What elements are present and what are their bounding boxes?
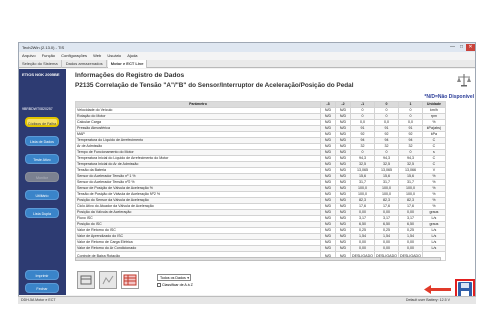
menu-settings[interactable]: Configurações [61, 53, 87, 58]
tab-bar: Seleção do Sistema Dados armazenados Mot… [19, 60, 475, 68]
sidebar: ETIOS NGK 2005BE 9BRBDWT0820257 Códigos … [19, 69, 66, 295]
sort-checkbox-label: Classificar de A à Z [162, 283, 193, 287]
page-title: Informações do Registro de Dados [75, 72, 185, 79]
sidebar-active-test-button[interactable]: Teste Ativo [25, 154, 59, 164]
menu-web[interactable]: Web [93, 53, 101, 58]
vehicle-name: ETIOS NGK 2005BE [22, 72, 60, 77]
menu-help[interactable]: Ajuda [127, 53, 137, 58]
app-window: Tech2Win (2.13.0) - TIS — □ ✕ Arquivo Fu… [18, 42, 476, 304]
graph-icon [102, 275, 114, 285]
bottom-toolbar: Todos os Dados ▾ Classificar de A à Z [65, 271, 431, 295]
arrow-left-icon [424, 285, 451, 294]
checkbox-box[interactable] [157, 283, 161, 288]
tab-engine-ect[interactable]: Motor e ECT Live [107, 60, 148, 68]
vehicle-vin: 9BRBDWT0820257 [22, 107, 53, 111]
snapshot-button[interactable] [77, 271, 95, 289]
table-body: Velocidade do Veículo N/D N/D 0 0 0 km/h Rotaçã… [75, 107, 446, 261]
freeze-frame-button[interactable] [121, 271, 139, 289]
menu-function[interactable]: Função [42, 53, 55, 58]
tab-stored-data[interactable]: Dados armazenados [63, 60, 107, 68]
graph-button[interactable] [99, 271, 117, 289]
window-title: Tech2Win (2.13.0) - TIS [22, 45, 65, 50]
dtc-description: P2135 Correlação de Tensão "A"/"B" do Se… [75, 82, 354, 89]
data-filter-select[interactable]: Todos os Dados ▾ [157, 274, 191, 281]
menu-file[interactable]: Arquivo [22, 53, 36, 58]
sidebar-close-button[interactable]: Fechar [25, 283, 59, 293]
close-button[interactable]: ✕ [466, 44, 475, 51]
sidebar-monitor-button[interactable]: Monitor [25, 172, 59, 182]
horizontal-scrollbar[interactable] [75, 257, 441, 261]
na-legend: *N/D=Não Disponível [424, 94, 474, 100]
grid-icon [123, 274, 137, 286]
sidebar-utility-button[interactable]: Utilitário [25, 190, 59, 200]
freeze-frame-icon [457, 74, 471, 87]
table-icon [80, 275, 92, 285]
main-panel: Informações do Registro de Dados P2135 C… [66, 69, 475, 295]
sidebar-print-button[interactable]: Imprimir [25, 270, 59, 280]
chevron-down-icon: ▾ [187, 276, 189, 280]
maximize-button[interactable]: □ [457, 44, 466, 51]
menu-bar: Arquivo Função Configurações Web Usuário… [19, 52, 475, 60]
status-right: Default user Battery: 12.5 V [405, 298, 450, 302]
data-filter-value: Todos os Dados [160, 276, 186, 280]
minimize-button[interactable]: — [448, 44, 457, 51]
title-bar: Tech2Win (2.13.0) - TIS — □ ✕ [19, 43, 475, 52]
tab-system-selection[interactable]: Seleção do Sistema [19, 60, 62, 68]
menu-user[interactable]: Usuário [107, 53, 121, 58]
sidebar-dtc-button[interactable]: Códigos de Falha [25, 117, 59, 127]
freeze-frame-table: Parâmetro -3 -2 -1 0 1 Unidade Velocidad… [75, 101, 446, 261]
sort-checkbox[interactable]: Classificar de A à Z [157, 283, 193, 288]
sidebar-data-list-button[interactable]: Lista de Dados [25, 136, 59, 146]
sidebar-dual-list-button[interactable]: Lista Dupla [25, 208, 59, 218]
status-left: DDH-5A Motor e ECT [21, 298, 56, 302]
status-bar: DDH-5A Motor e ECT Default user Battery:… [18, 296, 476, 304]
